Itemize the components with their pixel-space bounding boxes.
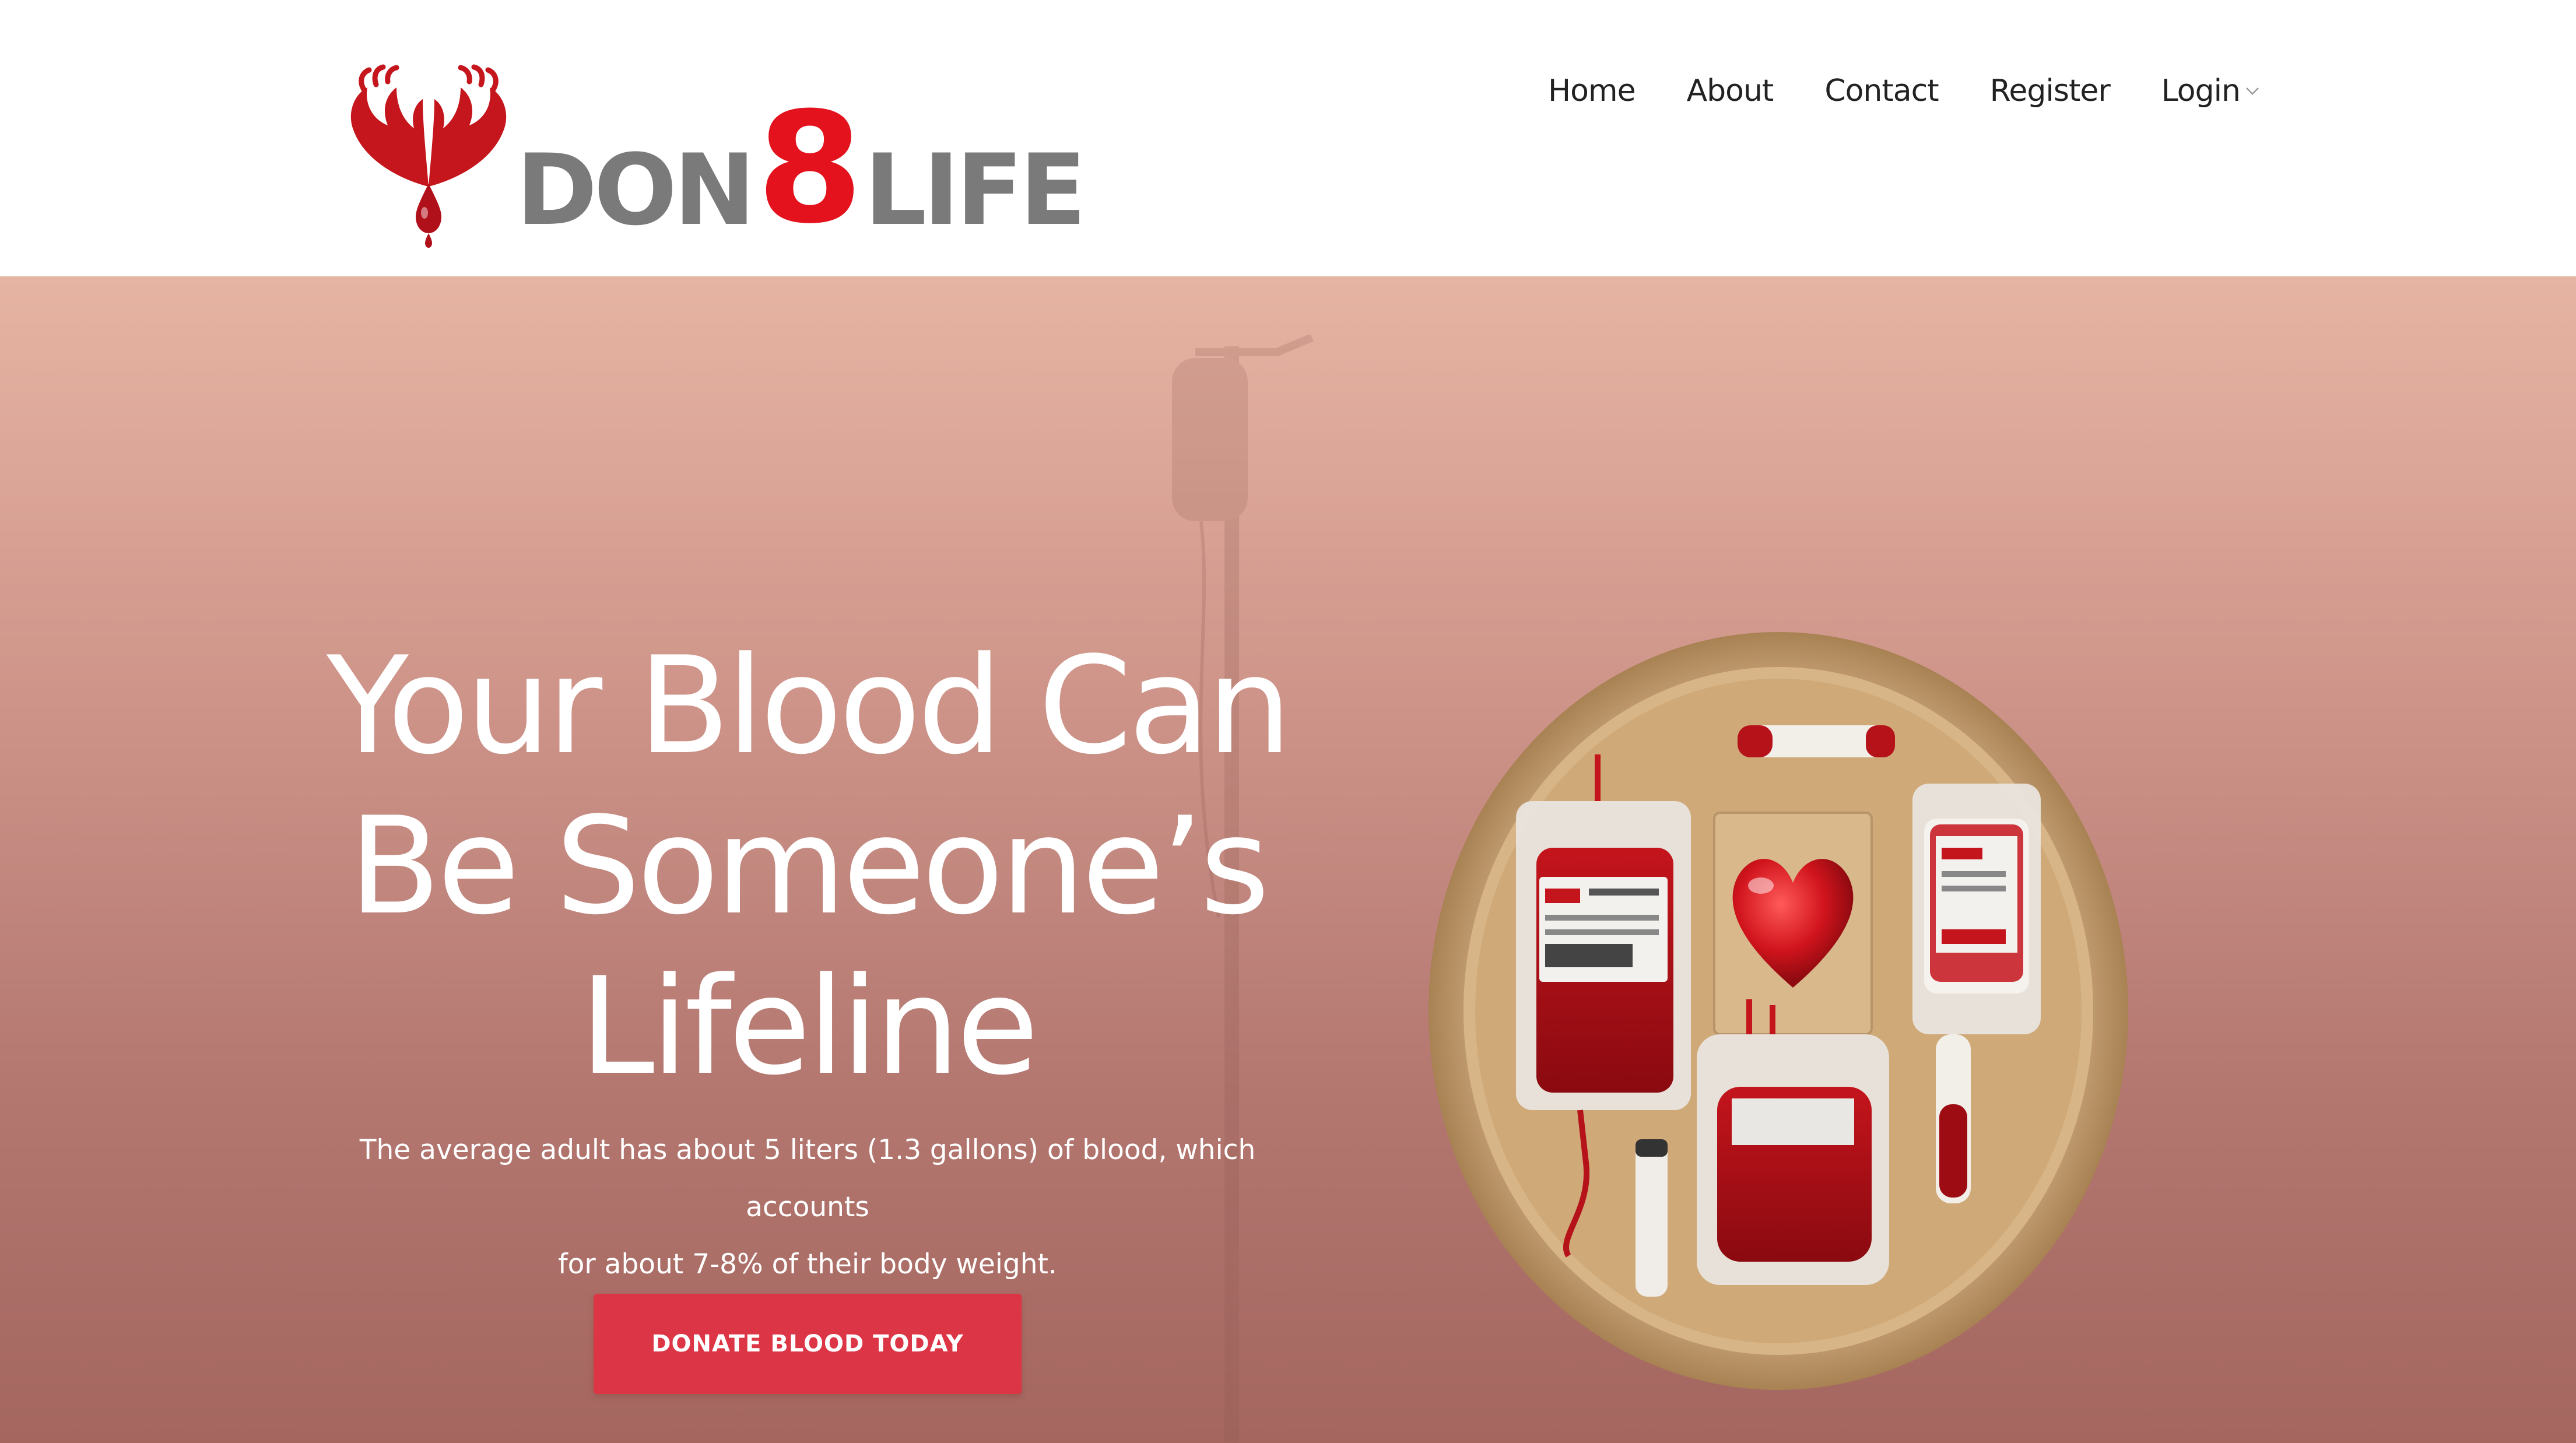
nav-contact-link[interactable]: Contact xyxy=(1824,73,1939,108)
hero-subtitle-line2: for about 7-8% of their body weight. xyxy=(558,1248,1057,1280)
blood-bag-right xyxy=(1912,784,2041,1034)
site-header: DON 8 LIFE Home About Contact Register L… xyxy=(0,0,2576,276)
hero-title: Your Blood Can Be Someone’s Lifeline xyxy=(327,626,1292,1107)
brand-name-part3: LIFE xyxy=(864,133,1086,247)
blood-bag-center xyxy=(1697,999,1889,1285)
hero-title-line1: Your Blood Can xyxy=(327,629,1292,784)
brand-wordmark: DON 8 LIFE xyxy=(516,70,1086,257)
hands-blood-drop-icon xyxy=(350,64,507,248)
blood-bags-tray-image xyxy=(1429,632,2128,1390)
hero-subtitle-line1: The average adult has about 5 liters (1.… xyxy=(359,1134,1256,1223)
donate-blood-button[interactable]: DONATE BLOOD TODAY xyxy=(594,1294,1022,1394)
nav-home-link[interactable]: Home xyxy=(1548,73,1636,108)
brand-logo[interactable]: DON 8 LIFE xyxy=(341,47,1086,257)
nav-about-link[interactable]: About xyxy=(1687,73,1774,108)
main-nav: Home About Contact Register Login xyxy=(1548,73,2260,108)
hero-subtitle: The average adult has about 5 liters (1.… xyxy=(327,1122,1289,1293)
hero-title-line3: Lifeline xyxy=(580,949,1039,1105)
nav-register-link[interactable]: Register xyxy=(1990,73,2111,108)
nav-login-dropdown[interactable]: Login xyxy=(2161,73,2260,108)
brand-name-part2: 8 xyxy=(756,79,863,257)
nav-login-label: Login xyxy=(2161,73,2241,108)
brand-name-part1: DON xyxy=(516,133,756,247)
hero-title-line2: Be Someone’s xyxy=(349,789,1270,945)
hero-section: Your Blood Can Be Someone’s Lifeline The… xyxy=(0,276,2576,1443)
chevron-down-icon xyxy=(2246,87,2259,95)
